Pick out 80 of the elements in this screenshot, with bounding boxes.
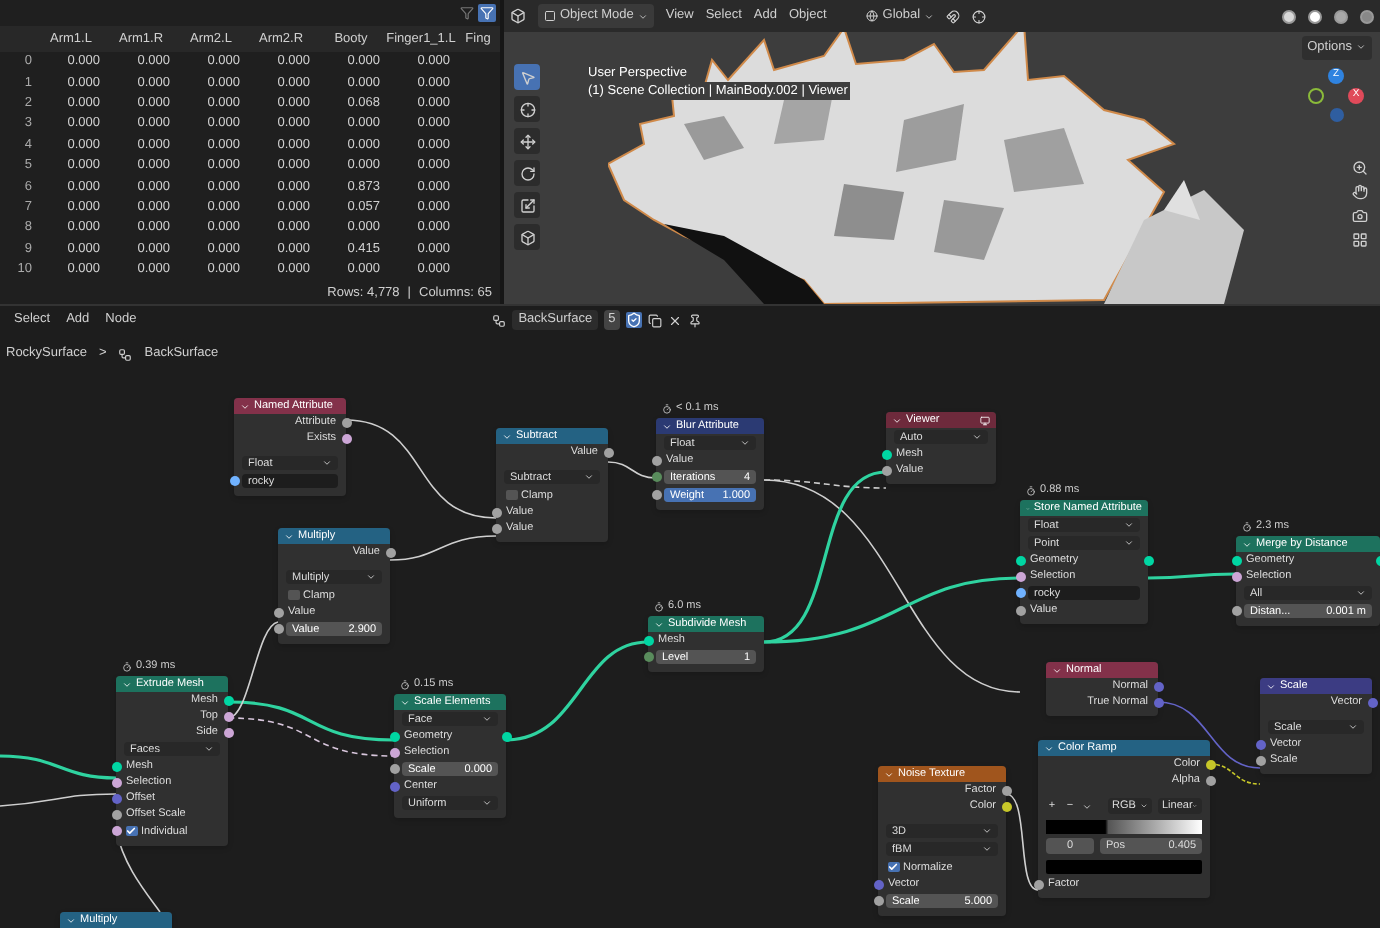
copy-icon[interactable] xyxy=(647,313,662,327)
timer-icon xyxy=(1242,521,1252,532)
timer-icon xyxy=(662,403,672,414)
collapse-icon xyxy=(1242,539,1252,549)
tool-button[interactable] xyxy=(514,128,540,154)
move-icon xyxy=(519,133,535,149)
collapse-icon xyxy=(1052,665,1062,675)
pivot-icon[interactable] xyxy=(972,9,987,23)
filter-icon[interactable] xyxy=(460,6,474,20)
timer-icon xyxy=(400,679,410,690)
node-link xyxy=(0,754,117,780)
navigation-icon[interactable] xyxy=(1352,160,1368,176)
node-tree-icon[interactable] xyxy=(492,313,507,327)
collapse-icon xyxy=(1266,681,1276,691)
collapse-icon xyxy=(502,431,512,441)
close-icon[interactable] xyxy=(667,313,682,327)
color-ramp-gradient[interactable] xyxy=(1046,819,1202,833)
scale-icon xyxy=(519,197,535,213)
monitor-icon[interactable] xyxy=(980,415,990,425)
chevron-icon xyxy=(637,11,648,21)
pin-icon[interactable] xyxy=(687,313,702,327)
y-axis-handle[interactable] xyxy=(1308,88,1324,104)
tool-button[interactable] xyxy=(514,160,540,186)
node-link xyxy=(1148,572,1236,580)
filter-toggle-button[interactable] xyxy=(478,4,496,22)
node-link xyxy=(389,535,497,561)
object-icon xyxy=(544,10,556,22)
collapse-icon xyxy=(284,531,294,541)
timer-icon xyxy=(122,661,132,672)
chevron-icon xyxy=(1356,588,1366,598)
chevron-icon xyxy=(366,572,376,582)
collapse-icon xyxy=(400,697,410,707)
pointer-icon xyxy=(519,69,535,85)
node-link xyxy=(0,793,117,807)
editor-type-icon[interactable] xyxy=(510,8,526,24)
node-tree-icon xyxy=(118,347,133,361)
check-icon xyxy=(126,826,137,836)
snap-icon[interactable] xyxy=(946,9,961,23)
chevron-icon xyxy=(924,11,935,21)
fake-user-icon[interactable] xyxy=(625,312,642,328)
collapse-icon xyxy=(654,619,664,629)
timer-icon xyxy=(1026,485,1036,496)
node-link xyxy=(1005,793,1039,891)
check-icon xyxy=(888,862,899,872)
checkbox[interactable] xyxy=(888,861,899,873)
chevron-icon xyxy=(482,798,492,808)
globe-icon xyxy=(866,10,879,22)
tool-button[interactable] xyxy=(514,224,540,250)
timer-icon xyxy=(654,601,664,612)
axis-handle[interactable] xyxy=(1329,108,1343,122)
collapse-icon xyxy=(662,421,672,431)
chevron-icon xyxy=(740,438,750,448)
checkbox[interactable] xyxy=(506,489,517,501)
collapse-icon xyxy=(122,679,132,689)
chevron-icon xyxy=(482,714,492,724)
checkbox[interactable] xyxy=(126,825,137,837)
chevron-icon xyxy=(204,744,214,754)
tool-button[interactable] xyxy=(514,192,540,218)
checkbox[interactable] xyxy=(288,589,299,601)
chevron-icon xyxy=(1082,801,1092,811)
collapse-icon xyxy=(66,915,76,925)
chevron-icon xyxy=(1356,42,1366,53)
collapse-icon xyxy=(240,401,250,411)
tool-button[interactable] xyxy=(514,96,540,122)
chevron-icon xyxy=(584,472,594,482)
collapse-icon xyxy=(1044,743,1054,753)
navigation-icon[interactable] xyxy=(1352,232,1368,248)
node-link xyxy=(607,461,657,479)
rotate-icon xyxy=(519,165,535,181)
navigation-icon[interactable] xyxy=(1352,184,1368,200)
chevron-icon xyxy=(972,432,982,442)
filter-icon xyxy=(480,6,494,20)
collapse-icon xyxy=(884,769,894,779)
collapse-icon xyxy=(892,415,902,425)
cube-icon xyxy=(519,229,535,245)
navigation-icon[interactable] xyxy=(1352,208,1368,224)
crosshair-icon xyxy=(519,101,535,117)
chevron-icon xyxy=(322,458,332,468)
chevron-icon xyxy=(1348,722,1358,732)
color-swatch[interactable] xyxy=(1046,859,1202,873)
